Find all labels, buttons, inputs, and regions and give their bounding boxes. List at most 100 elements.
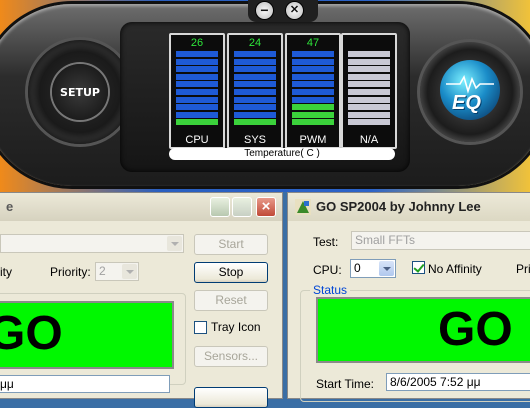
exit-button[interactable] [194,387,268,408]
gauge-segment [234,81,276,88]
status-group-label: Status [310,283,351,297]
left-window-title: e [6,199,14,214]
chevron-down-icon [167,236,182,251]
eq-window-controls: − ✕ [248,0,318,22]
gauge-label: SYS [243,134,266,146]
gauge-segment [348,111,390,118]
affinity-label: ity [0,265,12,279]
gauge-segment [292,96,334,103]
start-time-field: μμ [0,375,170,393]
gauge-label: CPU [185,134,209,146]
gauge-segment [176,89,218,95]
gauge-segment [234,89,276,95]
gauge-segment [176,58,218,65]
cpu-select[interactable]: 0 [350,259,396,278]
reset-button[interactable]: Reset [194,290,268,311]
gauge-label: N/A [359,134,379,146]
temperature-label: Temperature( C ) [169,148,395,160]
maximize-button[interactable] [232,197,252,217]
gauge-segment [348,119,390,126]
right-window: GO SP2004 by Johnny Lee Test: Small FFTs… [287,192,530,402]
eq-button[interactable]: EQ [420,42,520,142]
sensors-button[interactable]: Sensors... [194,346,268,367]
gauge-bars [348,51,390,127]
test-select[interactable] [0,234,184,253]
no-affinity-checkbox[interactable] [412,261,425,274]
gauge-segment [234,111,276,118]
gauge-segment [292,104,334,111]
gauge-segment [176,111,218,118]
gauge-segment [292,81,334,88]
left-window-titlebar[interactable]: e × [0,193,282,221]
gauge-segment [292,119,334,126]
cpu-label: CPU: [313,263,342,277]
gauge-segment [348,66,390,73]
gauge-segment [292,51,334,57]
no-affinity-label: No Affinity [428,262,482,276]
close-button[interactable]: × [256,197,276,217]
right-window-titlebar[interactable]: GO SP2004 by Johnny Lee [288,193,530,221]
minimize-button[interactable] [210,197,230,217]
gauge-segment [234,51,276,57]
eq-globe-icon: EQ [440,60,500,120]
gauge-segment [176,51,218,57]
gauge-segment [292,58,334,65]
gauge-segment [176,66,218,73]
gauge-value: 47 [306,37,320,49]
priority-label: Priority: [50,265,91,279]
app-icon [295,199,311,215]
gauge-pwm: 47 PWM [285,33,341,149]
gauge-segment [176,73,218,80]
close-icon[interactable]: ✕ [286,2,303,19]
gauge-na: N/A [341,33,397,149]
chevron-down-icon [379,261,394,276]
priority-label: Prio [516,262,530,276]
chevron-down-icon [122,264,137,279]
setup-button[interactable]: SETUP [28,40,132,144]
left-window: e × ity Priority: 2 Start Stop Reset Tra… [0,192,283,408]
gauge-segment [176,104,218,111]
gauge-segment [234,104,276,111]
test-label: Test: [313,235,339,249]
priority-select[interactable]: 2 [95,262,139,281]
start-time-label: Start Time: [316,377,375,391]
gauge-segment [234,73,276,80]
gauge-segment [348,104,390,111]
gauge-segment [176,81,218,88]
gauge-segment [348,73,390,80]
gauge-segment [234,119,276,126]
gauge-bars [234,51,276,127]
gauge-segment [348,51,390,57]
gauge-bars [292,51,334,127]
stop-button[interactable]: Stop [194,262,268,283]
gauge-segment [348,89,390,95]
gauge-segment [234,58,276,65]
minimize-icon[interactable]: − [256,2,273,19]
start-time-field: 8/6/2005 7:52 μμ [386,373,530,391]
start-button[interactable]: Start [194,234,268,255]
gauge-segment [234,66,276,73]
test-select[interactable]: Small FFTs [351,231,530,250]
status-go-box: GO [316,297,530,363]
gauge-sys: 24 SYS [227,33,283,149]
gauge-segment [234,96,276,103]
gauge-value: 26 [190,37,204,49]
gauge-segment [292,66,334,73]
gauge-segment [292,111,334,118]
waveform-icon [446,74,494,94]
eq-logo-text: EQ [452,92,481,114]
gauge-value: 24 [248,37,262,49]
status-go-box: GO [0,301,174,369]
gauge-segment [348,58,390,65]
gauge-segment [176,119,218,126]
tray-icon-label: Tray Icon [211,320,261,334]
gauge-bars [176,51,218,127]
gauge-segment [348,81,390,88]
gauge-segment [292,89,334,95]
gauge-segment [176,96,218,103]
gauge-label: PWM [299,134,327,146]
gauge-cpu: 26 CPU [169,33,225,149]
gauge-segment [292,73,334,80]
setup-label: SETUP [52,64,108,120]
tray-icon-checkbox[interactable] [194,321,207,334]
